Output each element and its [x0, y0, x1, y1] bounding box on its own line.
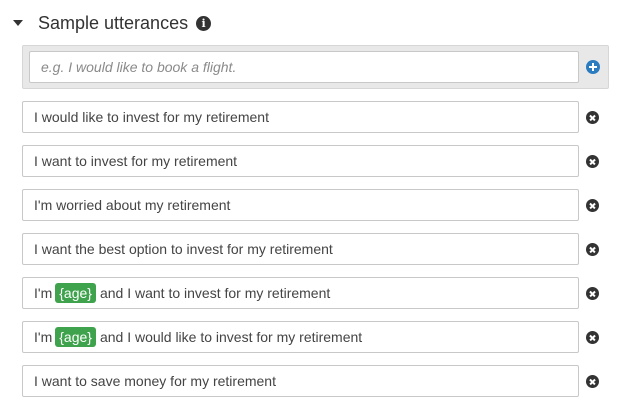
slot-tag-age[interactable]: {age}	[55, 327, 96, 347]
utterance-text-before-slot: I'm	[34, 285, 53, 301]
remove-utterance-icon[interactable]	[586, 375, 599, 388]
utterance-field[interactable]: I'm {age} and I would like to invest for…	[22, 321, 579, 353]
slot-tag-age[interactable]: {age}	[55, 283, 96, 303]
collapse-caret-icon[interactable]	[13, 20, 23, 26]
utterance-text: I want to save money for my retirement	[34, 373, 276, 389]
remove-utterance-icon[interactable]	[586, 331, 599, 344]
section-header[interactable]: Sample utterances i	[13, 11, 212, 35]
utterance-field[interactable]: I want to save money for my retirement	[22, 365, 579, 397]
new-utterance-input[interactable]	[29, 51, 579, 83]
remove-utterance-icon[interactable]	[586, 243, 599, 256]
utterance-text: I would like to invest for my retirement	[34, 109, 269, 125]
utterance-text: I'm worried about my retirement	[34, 197, 231, 213]
utterance-field[interactable]: I'm {age} and I want to invest for my re…	[22, 277, 579, 309]
utterance-field[interactable]: I want the best option to invest for my …	[22, 233, 579, 265]
utterance-field[interactable]: I would like to invest for my retirement	[22, 101, 579, 133]
utterance-text: I want to invest for my retirement	[34, 153, 238, 169]
utterance-text-after-slot: and I would like to invest for my retire…	[99, 329, 363, 345]
new-utterance-row	[22, 45, 609, 89]
utterance-field[interactable]: I'm worried about my retirement	[22, 189, 579, 221]
utterance-text-after-slot: and I want to invest for my retirement	[99, 285, 331, 301]
add-utterance-icon[interactable]	[586, 60, 600, 74]
utterance-field[interactable]: I want to invest for my retirement	[22, 145, 579, 177]
info-icon[interactable]: i	[196, 15, 212, 31]
remove-utterance-icon[interactable]	[586, 287, 599, 300]
utterance-text-before-slot: I'm	[34, 329, 53, 345]
remove-utterance-icon[interactable]	[586, 111, 599, 124]
remove-utterance-icon[interactable]	[586, 199, 599, 212]
utterance-text: I want the best option to invest for my …	[34, 241, 333, 257]
remove-utterance-icon[interactable]	[586, 155, 599, 168]
section-title: Sample utterances	[38, 12, 189, 33]
